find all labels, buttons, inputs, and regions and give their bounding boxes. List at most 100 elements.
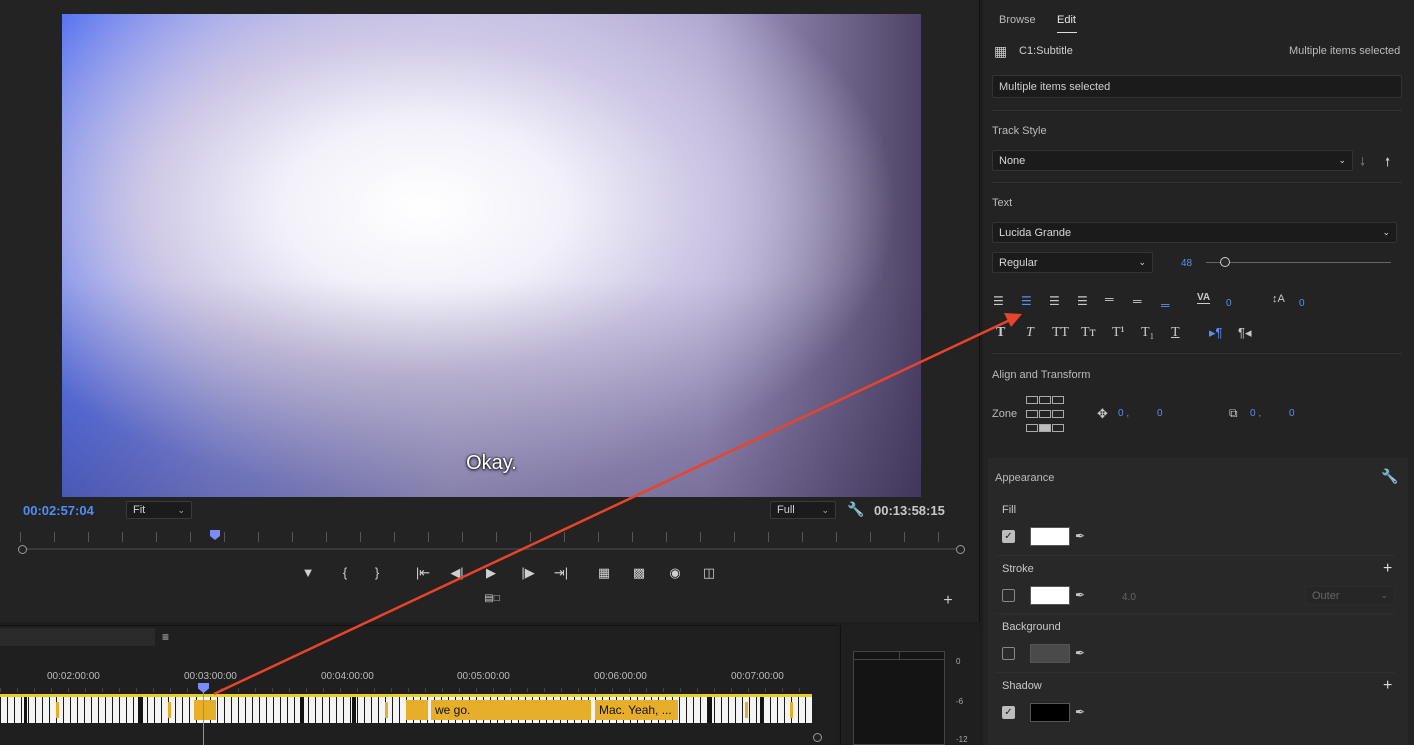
wrench-settings-icon[interactable]: 🔧 xyxy=(847,501,864,518)
scale-x-value[interactable]: 0 , xyxy=(1250,408,1261,419)
step-back-button[interactable]: ◀| xyxy=(447,564,467,582)
video-frame[interactable] xyxy=(62,14,921,497)
zone-cell[interactable] xyxy=(1052,396,1064,404)
ltr-paragraph-icon[interactable]: ▸¶ xyxy=(1209,325,1223,341)
tab-edit[interactable]: Edit xyxy=(1057,14,1076,26)
zone-cell-selected[interactable] xyxy=(1039,424,1051,432)
resolution-value: Full xyxy=(777,504,795,516)
zone-cell[interactable] xyxy=(1026,396,1038,404)
font-size-slider-handle[interactable] xyxy=(1219,257,1230,267)
caption-clip[interactable] xyxy=(168,702,171,718)
caption-clip-mac-yeah[interactable]: Mac. Yeah, ... xyxy=(595,700,678,720)
play-button[interactable]: ▶ xyxy=(481,564,501,582)
caption-clip[interactable] xyxy=(406,700,428,720)
add-stroke-plus-icon[interactable]: + xyxy=(1383,560,1392,578)
step-forward-button[interactable]: |▶ xyxy=(518,564,538,582)
eyedropper-icon[interactable]: ✒ xyxy=(1075,529,1085,543)
export-frame-camera-icon[interactable]: ◉ xyxy=(665,564,685,582)
mark-in-button[interactable]: { xyxy=(335,564,355,582)
subtitle-caption[interactable]: Okay. xyxy=(62,452,921,475)
zoom-dropdown[interactable]: Fit ⌄ xyxy=(126,501,192,519)
faux-bold-icon[interactable]: T xyxy=(996,325,1005,341)
caption-clip-we-go[interactable]: we go. xyxy=(431,700,591,720)
zone-cell[interactable] xyxy=(1026,410,1038,418)
position-x-value[interactable]: 0 , xyxy=(1118,408,1129,419)
font-size-value[interactable]: 48 xyxy=(1181,258,1192,269)
push-style-down-icon[interactable]: 🠗 xyxy=(1360,153,1365,174)
subscript-icon[interactable]: T₁ xyxy=(1141,325,1154,341)
zone-cell[interactable] xyxy=(1052,410,1064,418)
stroke-width-value[interactable]: 4.0 xyxy=(1122,592,1136,603)
align-middle-icon[interactable]: ═ xyxy=(1133,294,1142,308)
justify-icon[interactable]: ☰ xyxy=(1077,294,1088,308)
eyedropper-icon[interactable]: ✒ xyxy=(1075,705,1085,719)
button-editor-icon[interactable]: ▤□ xyxy=(482,590,502,608)
align-right-icon[interactable]: ☰ xyxy=(1049,294,1060,308)
add-shadow-plus-icon[interactable]: + xyxy=(1383,677,1392,695)
zone-cell[interactable] xyxy=(1052,424,1064,432)
add-marker-button[interactable]: ▼ xyxy=(298,564,318,582)
scrub-start-handle[interactable] xyxy=(18,545,27,554)
stroke-color-swatch[interactable] xyxy=(1030,586,1070,605)
track-style-dropdown[interactable]: None ⌄ xyxy=(992,150,1353,171)
caption-text-field[interactable]: Multiple items selected xyxy=(992,75,1402,98)
extract-button[interactable]: ▩ xyxy=(629,564,649,582)
fill-checkbox[interactable]: ✓ xyxy=(1002,530,1015,543)
caption-clip[interactable] xyxy=(745,702,748,718)
caption-clip[interactable] xyxy=(56,702,59,718)
monitor-scrub-bar[interactable] xyxy=(22,548,960,550)
mark-out-button[interactable]: } xyxy=(367,564,387,582)
tracking-value[interactable]: 0 xyxy=(1226,298,1232,309)
tab-browse[interactable]: Browse xyxy=(999,14,1036,26)
add-button-plus-icon[interactable]: + xyxy=(938,592,958,610)
align-bottom-icon[interactable]: ═ xyxy=(1161,298,1170,312)
stroke-position-dropdown[interactable]: Outer ⌄ xyxy=(1305,586,1395,605)
rtl-paragraph-icon[interactable]: ¶◂ xyxy=(1238,325,1252,341)
comparison-view-button[interactable]: ◫ xyxy=(699,564,719,582)
align-left-icon[interactable]: ☰ xyxy=(993,294,1004,308)
align-center-icon[interactable]: ☰ xyxy=(1021,294,1032,308)
align-top-icon[interactable]: ═ xyxy=(1105,292,1114,306)
scale-y-value[interactable]: 0 xyxy=(1289,408,1295,419)
zone-cell[interactable] xyxy=(1039,410,1051,418)
zone-cell[interactable] xyxy=(1039,396,1051,404)
resolution-dropdown[interactable]: Full ⌄ xyxy=(770,501,836,519)
go-to-in-button[interactable]: |⇤ xyxy=(413,564,433,582)
timeline-zoom-handle[interactable] xyxy=(813,733,822,742)
chevron-down-icon: ⌄ xyxy=(1338,155,1346,165)
eyedropper-icon[interactable]: ✒ xyxy=(1075,588,1085,602)
underline-icon[interactable]: T xyxy=(1171,325,1180,341)
caption-clip[interactable] xyxy=(385,702,388,718)
faux-italic-icon[interactable]: T xyxy=(1026,325,1034,341)
shadow-checkbox[interactable]: ✓ xyxy=(1002,706,1015,719)
shadow-color-swatch[interactable] xyxy=(1030,703,1070,722)
push-style-up-icon[interactable]: 🠕 xyxy=(1385,153,1390,174)
wrench-icon[interactable]: 🔧 xyxy=(1381,468,1398,485)
superscript-icon[interactable]: T¹ xyxy=(1112,325,1125,341)
timeline-ruler[interactable] xyxy=(0,688,812,692)
font-size-slider[interactable] xyxy=(1206,262,1391,263)
font-weight-dropdown[interactable]: Regular ⌄ xyxy=(992,252,1153,273)
font-dropdown[interactable]: Lucida Grande ⌄ xyxy=(992,222,1397,243)
lift-button[interactable]: ▦ xyxy=(594,564,614,582)
caption-clip[interactable] xyxy=(194,700,216,720)
scrub-end-handle[interactable] xyxy=(956,545,965,554)
zone-cell[interactable] xyxy=(1026,424,1038,432)
timeline-menu-icon[interactable]: ≡ xyxy=(162,630,169,644)
current-timecode[interactable]: 00:02:57:04 xyxy=(23,503,94,518)
chevron-down-icon: ⌄ xyxy=(177,504,185,515)
all-caps-icon[interactable]: TT xyxy=(1052,325,1069,341)
leading-icon: ↕A xyxy=(1272,293,1285,305)
fill-color-swatch[interactable] xyxy=(1030,527,1070,546)
background-color-swatch[interactable] xyxy=(1030,644,1070,663)
zone-selector[interactable] xyxy=(1025,395,1065,435)
eyedropper-icon[interactable]: ✒ xyxy=(1075,646,1085,660)
go-to-out-button[interactable]: ⇥| xyxy=(551,564,571,582)
stroke-checkbox[interactable] xyxy=(1002,589,1015,602)
small-caps-icon[interactable]: Tт xyxy=(1081,325,1096,341)
position-y-value[interactable]: 0 xyxy=(1157,408,1163,419)
caption-clip[interactable] xyxy=(790,702,793,718)
leading-value[interactable]: 0 xyxy=(1299,298,1305,309)
timeline-tab[interactable] xyxy=(0,628,155,646)
background-checkbox[interactable] xyxy=(1002,647,1015,660)
